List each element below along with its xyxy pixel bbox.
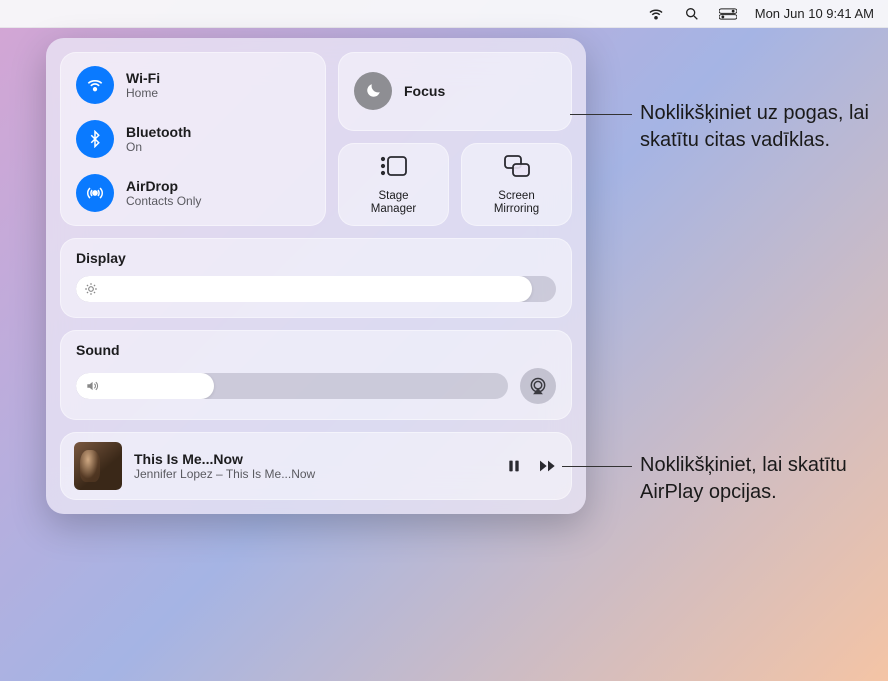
stage-manager-button[interactable]: Stage Manager (338, 143, 449, 226)
display-title: Display (76, 250, 556, 266)
focus-title: Focus (404, 83, 445, 99)
callout-focus: Noklikšķiniet uz pogas, lai skatītu cita… (640, 100, 870, 154)
spotlight-icon[interactable] (683, 5, 701, 23)
sound-module[interactable]: Sound (60, 330, 572, 420)
bluetooth-icon[interactable] (76, 120, 114, 158)
display-module[interactable]: Display (60, 238, 572, 318)
wifi-sub: Home (126, 86, 160, 100)
focus-module[interactable]: Focus (338, 52, 572, 131)
menubar-datetime[interactable]: Mon Jun 10 9:41 AM (755, 6, 874, 21)
menubar: Mon Jun 10 9:41 AM (0, 0, 888, 28)
callout-airplay: Noklikšķiniet, lai skatītu AirPlay opcij… (640, 452, 870, 506)
airdrop-sub: Contacts Only (126, 194, 201, 208)
airdrop-row[interactable]: AirDrop Contacts Only (76, 174, 310, 212)
screen-mirroring-button[interactable]: Screen Mirroring (461, 143, 572, 226)
volume-icon (84, 379, 100, 393)
screen-mirroring-icon (502, 153, 532, 184)
now-playing-subtitle: Jennifer Lopez – This Is Me...Now (134, 467, 492, 481)
callout-line (570, 114, 632, 115)
stage-manager-icon (379, 153, 409, 184)
bluetooth-title: Bluetooth (126, 124, 191, 140)
brightness-icon (84, 282, 98, 296)
wifi-icon[interactable] (76, 66, 114, 104)
sound-title: Sound (76, 342, 556, 358)
bluetooth-sub: On (126, 140, 191, 154)
control-center-panel: Wi-Fi Home Bluetooth On AirDrop (46, 38, 586, 514)
control-center-icon[interactable] (719, 5, 737, 23)
album-art (74, 442, 122, 490)
bluetooth-row[interactable]: Bluetooth On (76, 120, 310, 158)
airdrop-title: AirDrop (126, 178, 201, 194)
next-button[interactable] (538, 456, 558, 476)
airplay-audio-button[interactable] (520, 368, 556, 404)
now-playing-title: This Is Me...Now (134, 451, 492, 467)
wifi-icon[interactable] (647, 5, 665, 23)
airdrop-icon[interactable] (76, 174, 114, 212)
wifi-title: Wi-Fi (126, 70, 160, 86)
moon-icon[interactable] (354, 72, 392, 110)
now-playing-module[interactable]: This Is Me...Now Jennifer Lopez – This I… (60, 432, 572, 500)
pause-button[interactable] (504, 456, 524, 476)
stage-manager-label: Stage Manager (371, 190, 416, 216)
network-module[interactable]: Wi-Fi Home Bluetooth On AirDrop (60, 52, 326, 226)
callout-line (562, 466, 632, 467)
wifi-row[interactable]: Wi-Fi Home (76, 66, 310, 104)
sound-slider[interactable] (76, 373, 508, 399)
display-slider[interactable] (76, 276, 556, 302)
screen-mirroring-label: Screen Mirroring (494, 190, 539, 216)
